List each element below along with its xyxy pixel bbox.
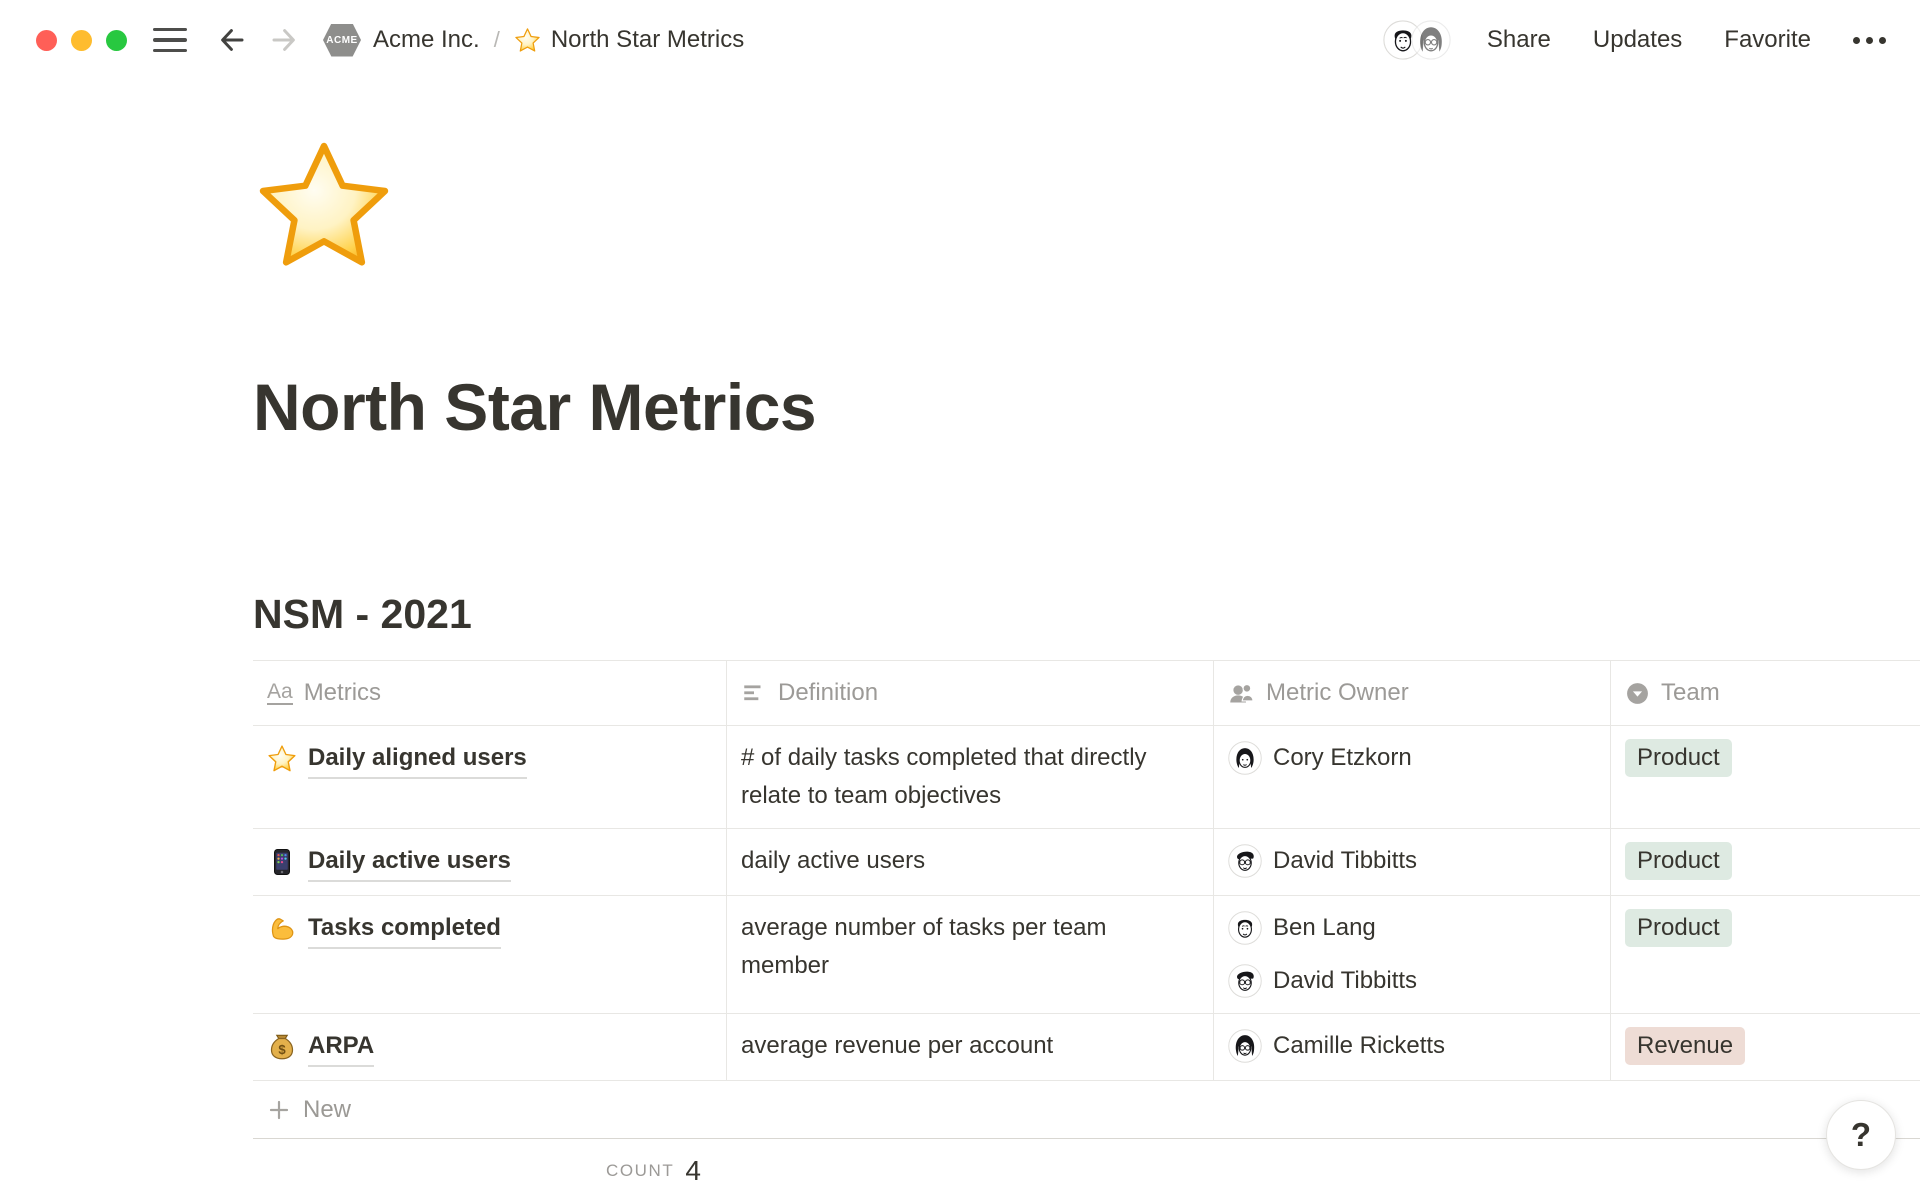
owner-cell[interactable]: Camille Ricketts [1214,1014,1611,1080]
count-label: COUNT [606,1161,674,1181]
calculation-row: COUNT 4 [253,1139,1920,1200]
count-value: 4 [685,1155,701,1187]
owner-cell[interactable]: David Tibbitts [1214,829,1611,895]
page-title[interactable]: North Star Metrics [253,369,1920,445]
select-circle-icon [1625,681,1650,706]
favorite-button[interactable]: Favorite [1724,26,1811,54]
avatar [1228,741,1262,775]
definition-cell[interactable]: average revenue per account [727,1014,1214,1080]
breadcrumb-workspace[interactable]: Acme Inc. [373,26,480,54]
breadcrumb: ACME Acme Inc. / North Star Metrics [323,24,744,57]
table-row: ARPA average revenue per account Camille… [253,1014,1920,1081]
title-bar: ACME Acme Inc. / North Star Metrics Shar… [0,0,1920,80]
viewer-avatars [1383,20,1451,60]
star-icon [267,744,297,774]
avatar [1228,844,1262,878]
plus-icon [267,1098,291,1122]
forward-arrow-icon[interactable] [269,25,299,55]
avatar [1228,964,1262,998]
column-header-metric-owner[interactable]: Metric Owner [1214,661,1611,725]
owner-cell[interactable]: Ben Lang David Tibbitts [1214,896,1611,1013]
breadcrumb-separator: / [494,27,500,53]
add-row-button[interactable]: New [253,1081,1920,1139]
window-zoom-button[interactable] [106,30,127,51]
more-options-icon[interactable] [1853,37,1886,44]
column-header-metrics[interactable]: Aa Metrics [253,661,727,725]
share-button[interactable]: Share [1487,26,1551,54]
column-header-definition[interactable]: Definition [727,661,1214,725]
column-header-team[interactable]: Team [1611,661,1920,725]
breadcrumb-page[interactable]: North Star Metrics [551,26,744,54]
metric-link[interactable]: Daily active users [308,842,511,882]
avatar [1228,911,1262,945]
window-close-button[interactable] [36,30,57,51]
team-tag: Revenue [1625,1027,1745,1065]
updates-button[interactable]: Updates [1593,26,1682,54]
workspace-logo[interactable]: ACME [323,24,361,57]
table-header-row: Aa Metrics Definition Metric Owner Team [253,660,1920,726]
page-star-icon [514,27,541,54]
sidebar-toggle-icon[interactable] [153,28,187,52]
team-cell[interactable]: Product [1611,829,1920,895]
page-icon-star[interactable] [253,136,395,278]
table-row: Tasks completed average number of tasks … [253,896,1920,1014]
team-cell[interactable]: Revenue [1611,1014,1920,1080]
help-button[interactable]: ? [1826,1100,1896,1170]
iphone-icon [267,847,297,877]
count-calculation[interactable]: COUNT 4 [253,1139,727,1200]
window-minimize-button[interactable] [71,30,92,51]
metric-link[interactable]: Tasks completed [308,909,501,949]
team-tag: Product [1625,909,1732,947]
team-tag: Product [1625,842,1732,880]
definition-cell[interactable]: daily active users [727,829,1214,895]
definition-cell[interactable]: # of daily tasks completed that directly… [727,726,1214,828]
team-cell[interactable]: Product [1611,896,1920,1013]
avatar [1228,1029,1262,1063]
team-tag: Product [1625,739,1732,777]
metric-link[interactable]: Daily aligned users [308,739,527,779]
metric-link[interactable]: ARPA [308,1027,374,1067]
team-cell[interactable]: Product [1611,726,1920,828]
people-icon [1228,680,1255,707]
definition-cell[interactable]: average number of tasks per team member [727,896,1214,1013]
owner-cell[interactable]: Cory Etzkorn [1214,726,1611,828]
back-arrow-icon[interactable] [217,25,247,55]
sketch-woman-avatar[interactable] [1411,20,1451,60]
window-controls [36,30,127,51]
title-aa-icon: Aa [267,681,293,705]
muscle-icon [267,914,297,944]
money-bag-icon [267,1032,297,1062]
table-row: Daily active users daily active users Da… [253,829,1920,896]
table-row: Daily aligned users # of daily tasks com… [253,726,1920,829]
metrics-table: Aa Metrics Definition Metric Owner Team … [253,660,1920,1200]
database-title[interactable]: NSM - 2021 [253,591,1920,638]
text-lines-icon [741,680,767,706]
